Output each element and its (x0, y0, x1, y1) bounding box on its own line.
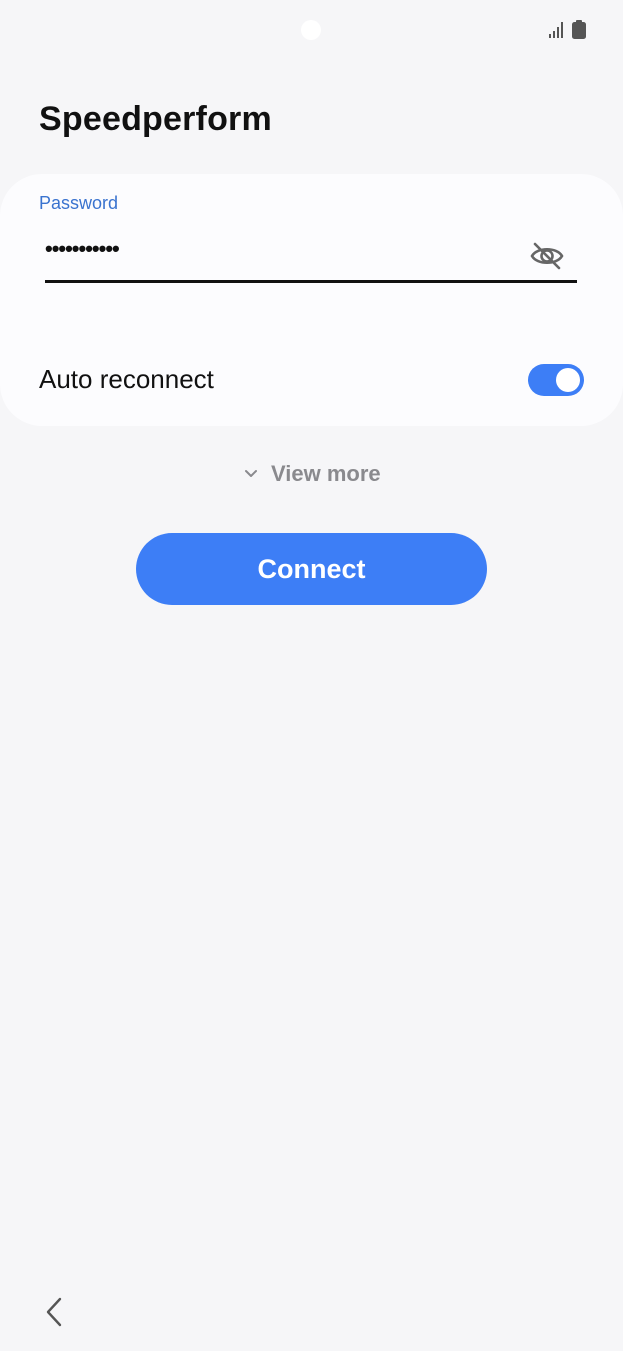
eye-off-icon (530, 242, 564, 270)
back-button[interactable] (36, 1292, 72, 1332)
view-more-button[interactable]: View more (243, 458, 381, 490)
back-chevron-icon (46, 1297, 62, 1327)
password-value: ••••••••••• (45, 236, 120, 261)
wifi-password-screen: Speedperform Password ••••••••••• Auto r… (0, 0, 623, 1351)
auto-reconnect-toggle[interactable] (528, 364, 584, 396)
password-field[interactable]: ••••••••••• (45, 230, 577, 283)
connect-button[interactable]: Connect (136, 533, 487, 605)
chevron-down-icon (245, 470, 257, 477)
camera-cutout (301, 20, 321, 40)
battery-icon (572, 20, 586, 39)
auto-reconnect-label: Auto reconnect (39, 364, 214, 394)
status-bar (0, 0, 623, 60)
toggle-knob (556, 368, 580, 392)
view-more-label: View more (271, 461, 381, 486)
password-label: Password (39, 193, 119, 213)
page-title: Speedperform (39, 100, 272, 138)
toggle-password-visibility-button[interactable] (527, 236, 567, 276)
signal-icon (549, 22, 563, 38)
